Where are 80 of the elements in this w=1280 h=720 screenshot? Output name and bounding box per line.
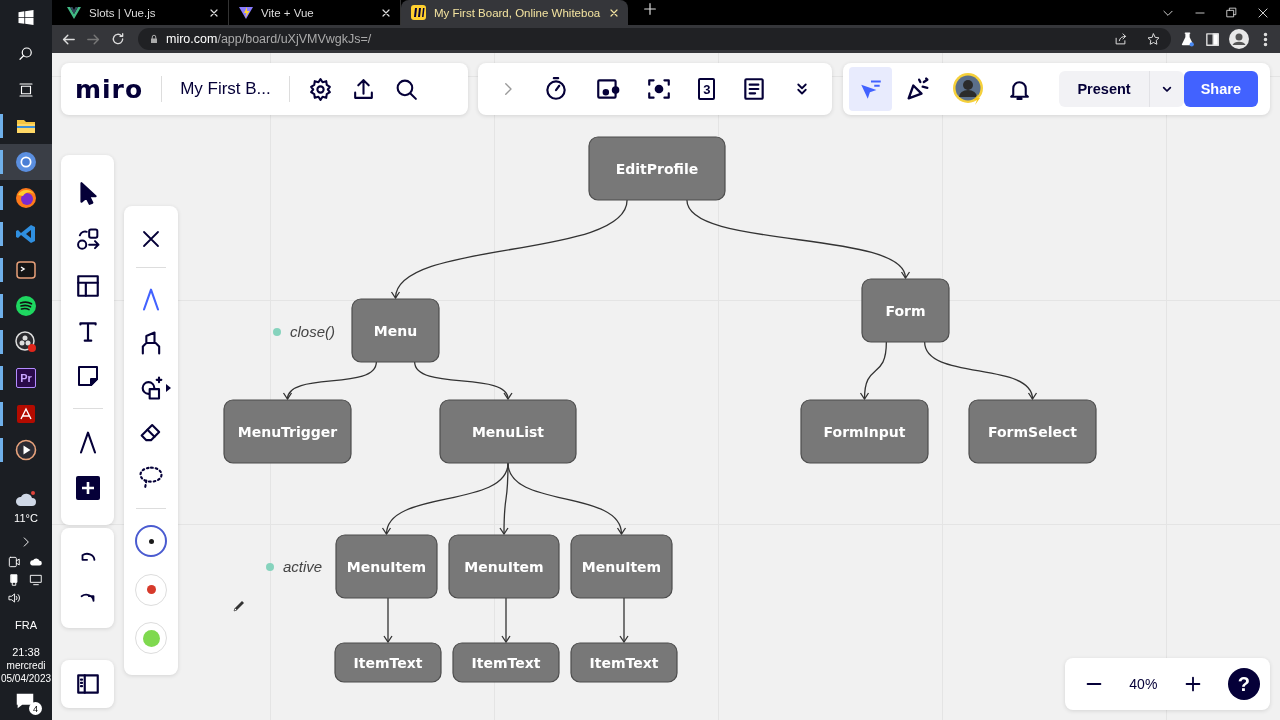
connector-arrow <box>859 341 887 401</box>
star-icon[interactable] <box>1146 31 1161 47</box>
diagram-node: EditProfile <box>588 136 726 201</box>
board-panel-icon[interactable] <box>74 671 101 697</box>
cursor-toggle-button[interactable] <box>849 67 893 111</box>
code-editor-icon[interactable] <box>15 223 37 245</box>
diagram-node: Form <box>861 278 950 343</box>
diagram-node: ItemText <box>452 642 560 683</box>
windows-logo-icon[interactable] <box>16 8 36 28</box>
bolt-logo-icon <box>239 5 253 20</box>
focus-icon[interactable] <box>646 76 673 102</box>
url-domain: miro.com <box>166 32 218 46</box>
speaker-icon[interactable] <box>7 591 21 605</box>
recorder-icon[interactable] <box>15 331 37 353</box>
diagram-node: FormSelect <box>968 399 1097 464</box>
help-button[interactable]: ? <box>1227 668 1260 700</box>
sticky-note-icon[interactable] <box>75 364 100 389</box>
app-logo[interactable]: miro <box>75 74 144 104</box>
new-tab-icon[interactable] <box>642 1 659 17</box>
diagram-node: MenuItem <box>448 534 560 599</box>
diagram-node: ItemText <box>334 642 442 683</box>
color-swatch[interactable] <box>135 525 167 558</box>
task-view-icon[interactable] <box>17 81 35 99</box>
board-logo-icon <box>411 5 426 20</box>
clock-day[interactable]: mercredi <box>6 659 46 672</box>
caret-right-icon[interactable] <box>165 383 171 392</box>
share-icon[interactable] <box>1113 31 1128 47</box>
close-icon[interactable] <box>1256 5 1270 20</box>
connector-arrow <box>619 597 629 644</box>
cloud-icon[interactable] <box>29 555 43 569</box>
diagram-node: MenuTrigger <box>223 399 352 464</box>
settings-icon[interactable] <box>307 76 333 102</box>
diagram-node: ItemText <box>570 642 678 683</box>
notification-count: 4 <box>29 702 42 715</box>
card-icon[interactable]: 3 <box>698 78 716 100</box>
video-editor-icon[interactable]: Pr <box>16 368 36 388</box>
flask-icon[interactable] <box>1179 30 1196 48</box>
side-panel-icon[interactable] <box>1204 30 1221 48</box>
note-dot <box>273 328 281 336</box>
restore-icon[interactable] <box>1225 6 1238 19</box>
camera-icon[interactable] <box>7 555 21 569</box>
diagram-node: MenuItem <box>335 534 438 599</box>
board-title[interactable]: My First B... <box>180 79 271 99</box>
diagram-node: MenuItem <box>570 534 673 599</box>
pdf-icon[interactable] <box>15 403 37 425</box>
music-icon[interactable] <box>15 295 37 317</box>
usb-drive-icon[interactable] <box>7 573 21 587</box>
fox-circle-icon[interactable] <box>15 187 37 209</box>
display-icon[interactable] <box>29 573 43 587</box>
diagram-node: FormInput <box>800 399 929 464</box>
browser-icon[interactable] <box>15 151 37 173</box>
terminal-icon[interactable] <box>15 259 37 281</box>
search-icon[interactable] <box>17 45 35 63</box>
browser-tab[interactable]: My First Board, Online Whiteboa <box>401 0 629 25</box>
weather-temperature[interactable]: 11°C <box>14 512 38 525</box>
profile-avatar-icon[interactable] <box>1229 29 1249 49</box>
present-button[interactable]: Present <box>1059 71 1184 107</box>
clock-time[interactable]: 21:38 <box>12 646 40 659</box>
card-dot-icon[interactable] <box>594 76 621 102</box>
zoom-level[interactable]: 40% <box>1129 676 1158 692</box>
v-logo-icon <box>67 6 81 19</box>
note-text: close() <box>290 323 335 340</box>
add-tool-icon[interactable] <box>75 475 100 500</box>
diagram-node: MenuList <box>439 399 577 464</box>
share-button[interactable]: Share <box>1183 71 1258 107</box>
connector-arrow <box>383 597 393 644</box>
user-avatar[interactable] <box>951 72 986 106</box>
note-text: active <box>283 558 323 575</box>
lock-icon <box>148 33 160 45</box>
pencil-cursor-icon <box>232 599 246 613</box>
url-path: /app/board/uXjVMVwgkJs=/ <box>217 32 372 46</box>
clock-date[interactable]: 05/04/2023 <box>0 672 52 685</box>
connector-arrow <box>501 597 511 644</box>
address-bar[interactable]: miro.com/app/board/uXjVMVwgkJs=/ <box>138 28 1171 50</box>
template-icon[interactable] <box>74 273 101 300</box>
reload-icon[interactable] <box>110 31 126 47</box>
play-icon[interactable] <box>15 439 37 461</box>
input-language[interactable]: FRA <box>15 619 37 632</box>
note-dot <box>266 563 274 571</box>
diagram-node: Menu <box>351 298 440 363</box>
